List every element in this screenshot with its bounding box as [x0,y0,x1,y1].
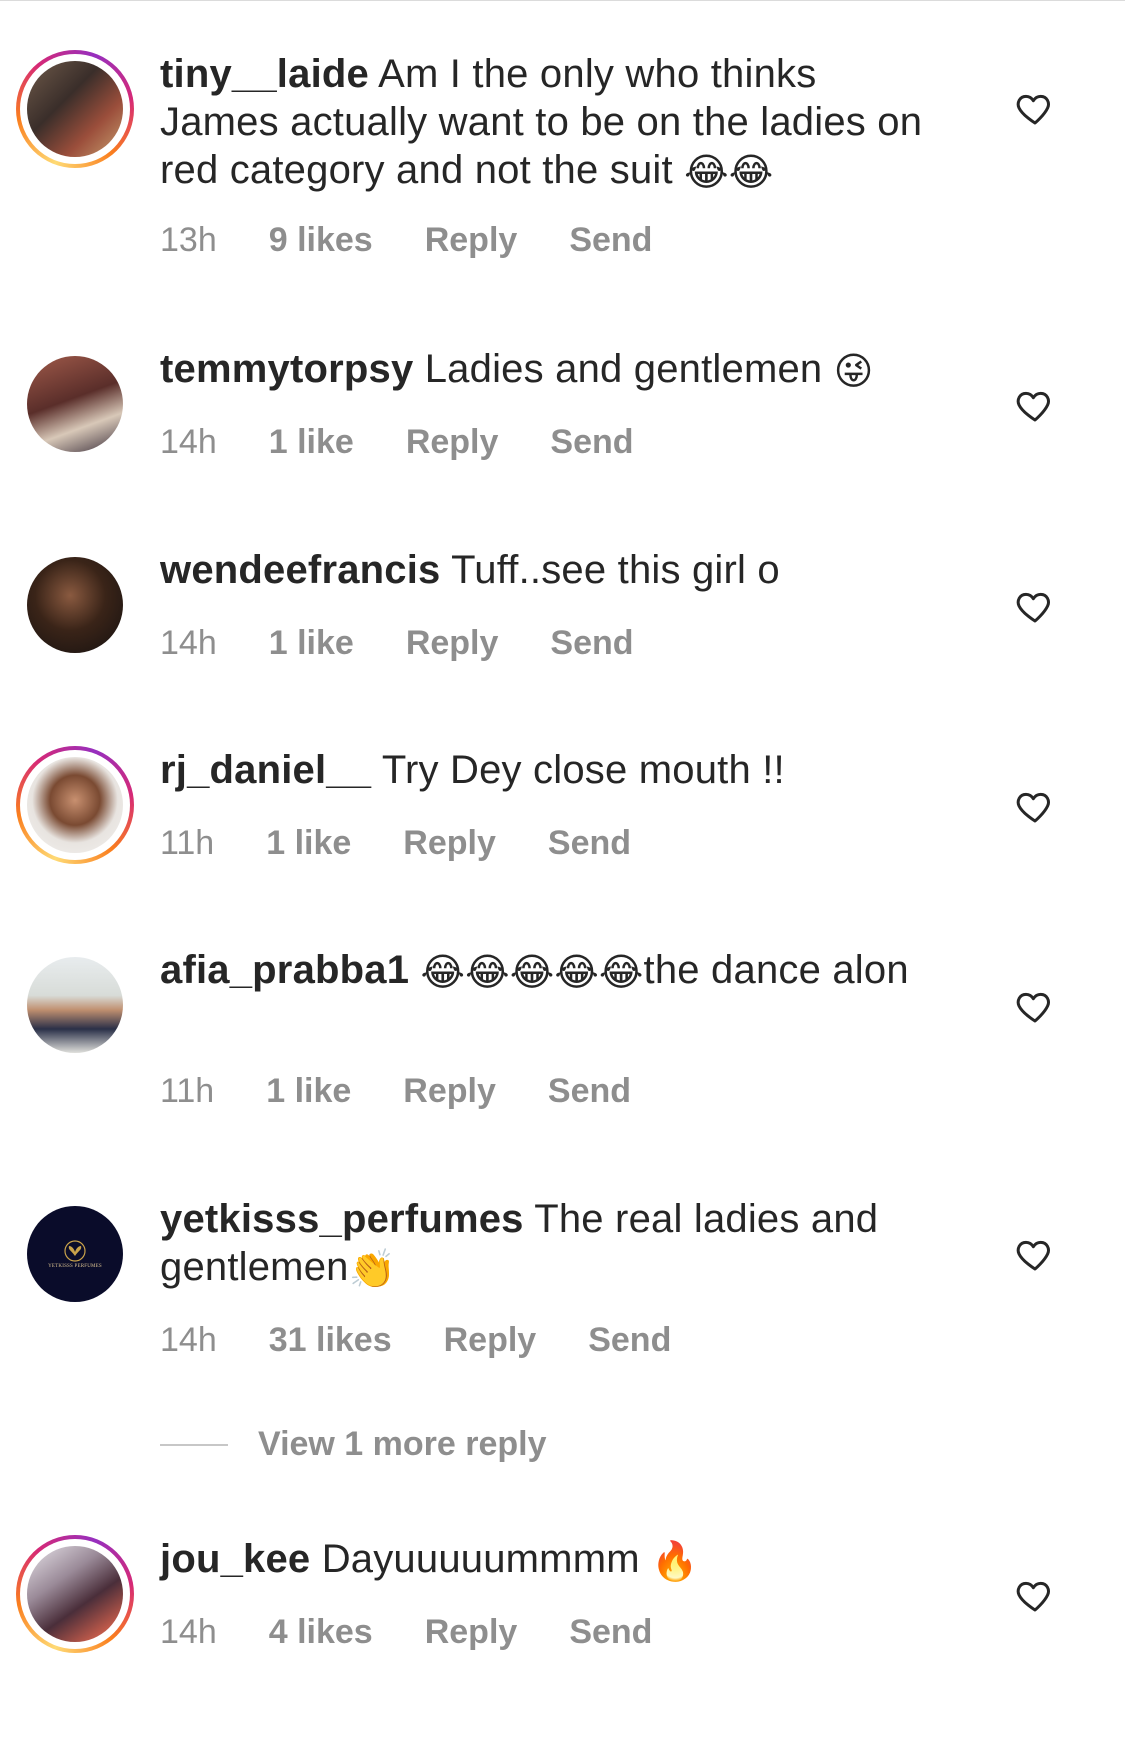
like-count[interactable]: 9 likes [269,220,373,260]
laughing-emoji: 😂😂😂😂😂 [420,952,644,994]
like-count[interactable]: 1 like [266,823,351,863]
comment-text: wendeefrancis Tuff..see this girl o [160,546,940,594]
comment-time: 14h [160,624,217,662]
send-button[interactable]: Send [588,1320,671,1360]
reply-button[interactable]: Reply [403,1071,496,1111]
comment-message: Dayuuuuummmm [321,1537,640,1581]
comment-text: jou_kee Dayuuuuummmm 🔥 [160,1535,940,1583]
comment-username[interactable]: rj_daniel__ [160,748,371,792]
avatar [27,61,123,157]
reply-thread-line [160,1443,228,1446]
comment-username[interactable]: wendeefrancis [160,548,441,592]
comment-meta: 11h 1 like Reply Send [160,1071,683,1111]
avatar-container[interactable] [16,546,134,664]
send-button[interactable]: Send [550,623,633,663]
comment-message: Ladies and gentlemen [424,347,823,391]
send-button[interactable]: Send [548,1071,631,1111]
send-button[interactable]: Send [569,1612,652,1652]
view-more-replies-label: View 1 more reply [258,1425,547,1463]
heart-outline-icon[interactable] [1015,1575,1055,1615]
top-divider [0,0,1125,1]
comment-meta: 14h 1 like Reply Send [160,623,686,663]
like-count[interactable]: 4 likes [269,1612,373,1652]
like-count[interactable]: 31 likes [269,1320,392,1360]
comment-message: the dance alon [643,948,909,992]
avatar-story-ring[interactable] [16,1535,134,1653]
avatar [27,957,123,1053]
avatar [27,557,123,653]
comment-meta: 13h 9 likes Reply Send [160,220,704,260]
reply-button[interactable]: Reply [403,823,496,863]
heart-outline-icon[interactable] [1015,586,1055,626]
reply-button[interactable]: Reply [425,220,518,260]
avatar-logo-text: YETKISSS PERFUMES [48,1263,102,1269]
comment-text: temmytorpsy Ladies and gentlemen 😜 [160,345,940,393]
laughing-emoji: 😂😂 [684,152,774,194]
avatar-story-ring[interactable] [16,746,134,864]
send-button[interactable]: Send [550,422,633,462]
avatar [27,757,123,853]
comment-message: Try Dey close mouth !! [381,748,785,792]
comment-text: rj_daniel__ Try Dey close mouth !! [160,746,940,794]
reply-button[interactable]: Reply [406,422,499,462]
reply-button[interactable]: Reply [406,623,499,663]
send-button[interactable]: Send [569,220,652,260]
comment-text: yetkisss_perfumes The real ladies and ge… [160,1195,940,1291]
comment-time: 14h [160,423,217,461]
comment-meta: 14h 1 like Reply Send [160,422,686,462]
view-more-replies-button[interactable]: View 1 more reply [160,1425,547,1464]
reply-button[interactable]: Reply [425,1612,518,1652]
avatar-story-ring[interactable] [16,50,134,168]
comment-username[interactable]: temmytorpsy [160,347,413,391]
comment-text: afia_prabba1 😂😂😂😂😂the dance alon [160,946,940,994]
comment-time: 14h [160,1613,217,1651]
heart-outline-icon[interactable] [1015,88,1055,128]
like-count[interactable]: 1 like [269,623,354,663]
send-button[interactable]: Send [548,823,631,863]
like-count[interactable]: 1 like [266,1071,351,1111]
butterfly-logo-icon [64,1239,86,1262]
comment-meta: 11h 1 like Reply Send [160,823,683,863]
comment-username[interactable]: yetkisss_perfumes [160,1197,524,1241]
avatar [27,1546,123,1642]
heart-outline-icon[interactable] [1015,786,1055,826]
heart-outline-icon[interactable] [1015,986,1055,1026]
avatar-container[interactable]: YETKISSS PERFUMES [16,1195,134,1313]
comment-username[interactable]: jou_kee [160,1537,310,1581]
avatar-container[interactable] [16,345,134,463]
comment-username[interactable]: tiny__laide [160,52,369,96]
winking-tongue-emoji: 😜 [833,351,874,393]
avatar-container[interactable] [16,946,134,1064]
comment-username[interactable]: afia_prabba1 [160,948,409,992]
clapping-hands-emoji: 👏 [348,1249,397,1291]
comment-time: 11h [160,1072,215,1110]
comment-time: 11h [160,824,215,862]
reply-button[interactable]: Reply [444,1320,537,1360]
comment-meta: 14h 4 likes Reply Send [160,1612,704,1652]
comment-message: Tuff..see this girl o [451,548,780,592]
like-count[interactable]: 1 like [269,422,354,462]
avatar: YETKISSS PERFUMES [27,1206,123,1302]
fire-emoji: 🔥 [651,1541,699,1583]
comment-meta: 14h 31 likes Reply Send [160,1320,723,1360]
comment-text: tiny__laide Am I the only who thinks Jam… [160,50,940,194]
avatar [27,356,123,452]
comment-time: 13h [160,221,217,259]
comment-time: 14h [160,1321,217,1359]
heart-outline-icon[interactable] [1015,1234,1055,1274]
heart-outline-icon[interactable] [1015,385,1055,425]
